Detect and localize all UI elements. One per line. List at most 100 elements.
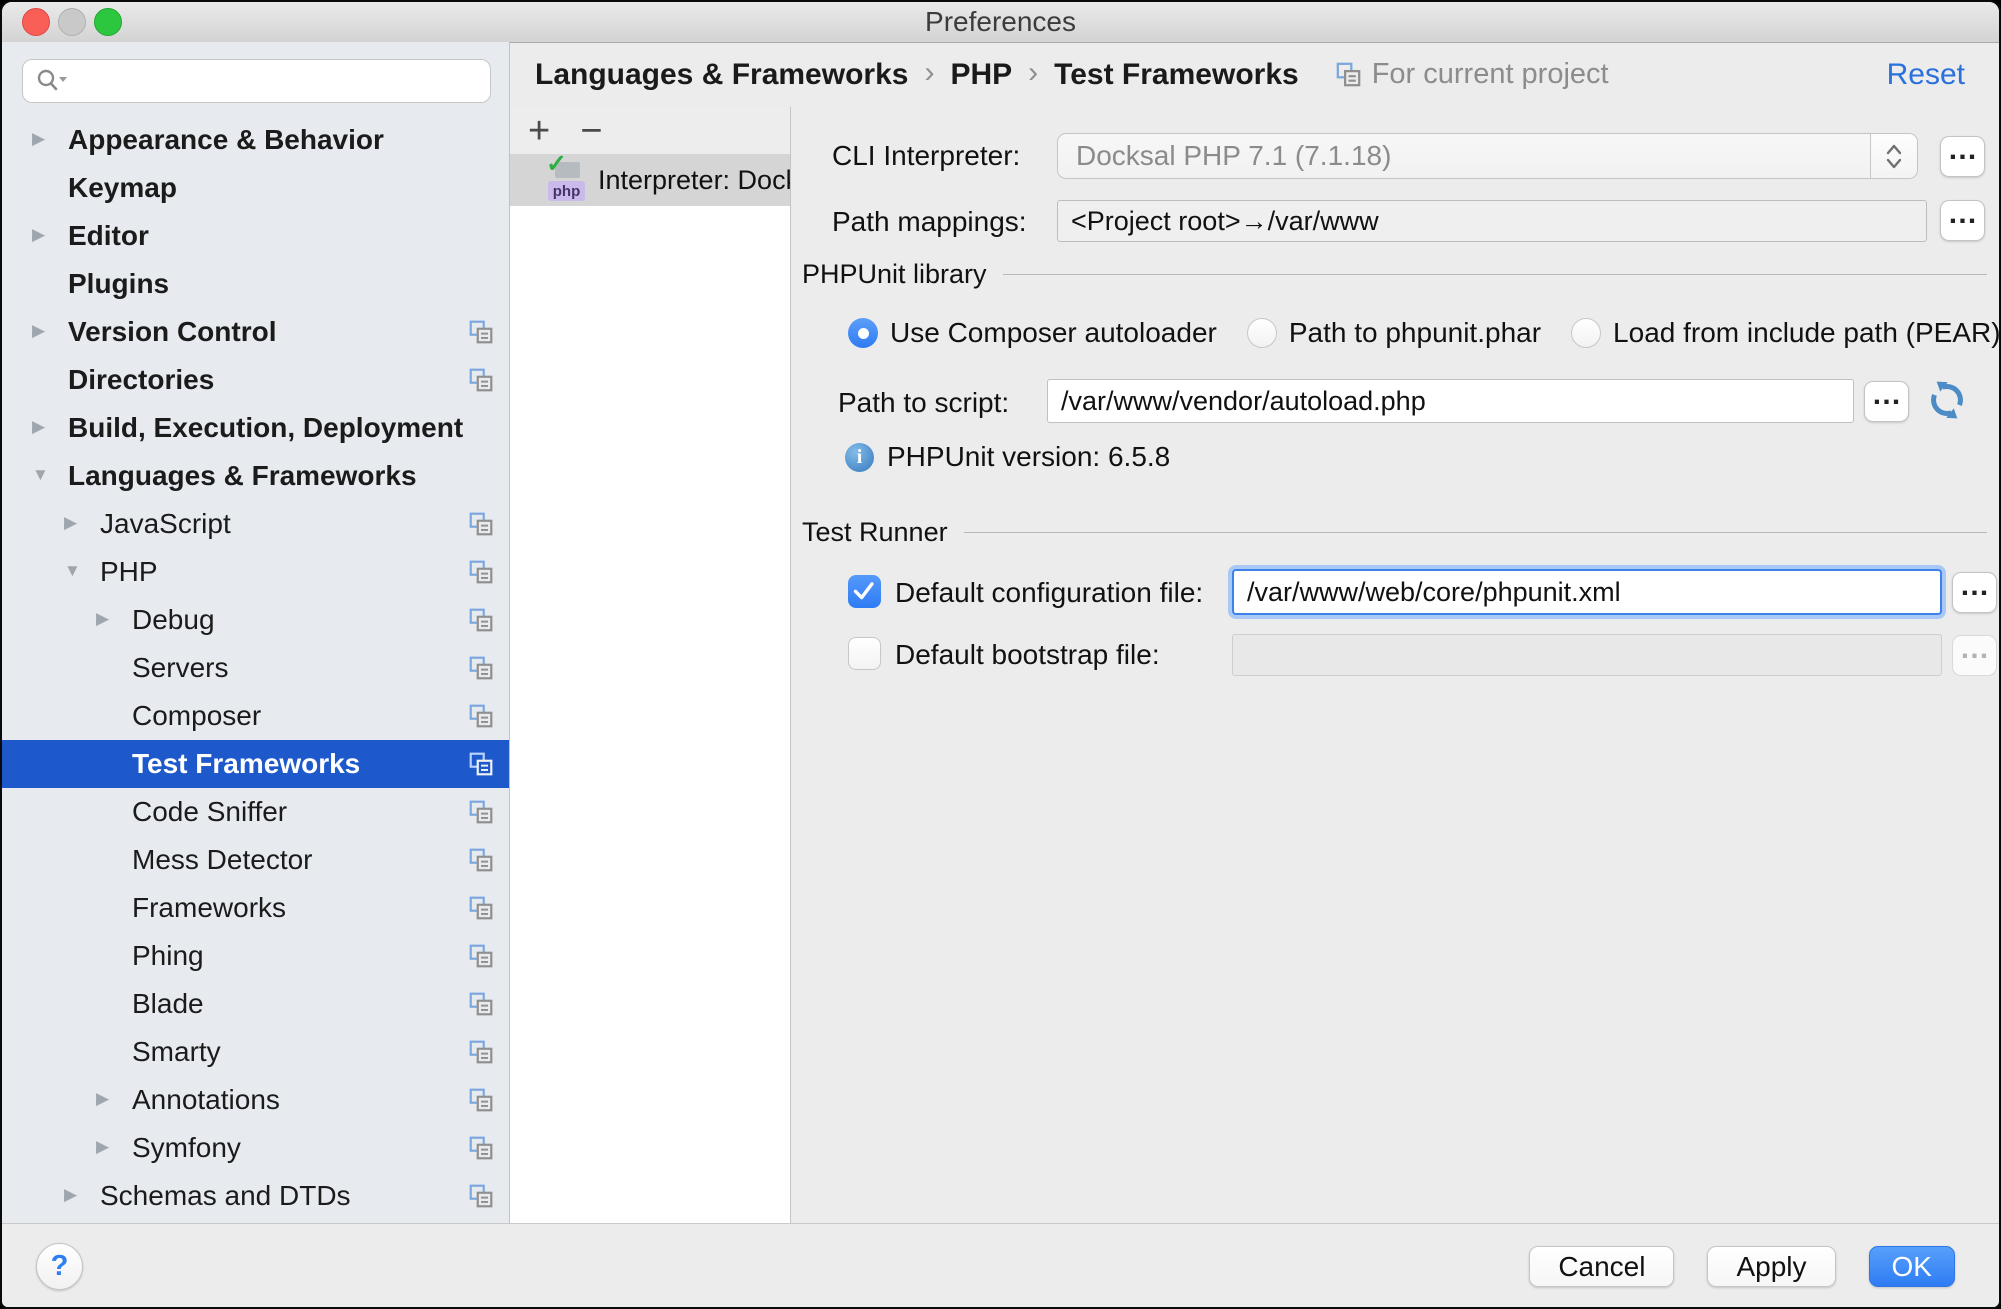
sidebar-item-keymap[interactable]: Keymap	[2, 164, 509, 212]
sidebar-item-frameworks[interactable]: Frameworks	[2, 884, 509, 932]
path-to-script-field[interactable]: /var/www/vendor/autoload.php	[1047, 379, 1854, 423]
sidebar-item-label: Frameworks	[132, 892, 286, 924]
interpreter-list-item[interactable]: ✓phpInterpreter: Docksal PHP 7.1	[510, 154, 790, 206]
sidebar-item-version-control[interactable]: ▶Version Control	[2, 308, 509, 356]
chevron-down-icon[interactable]: ▼	[64, 561, 100, 581]
add-interpreter-button[interactable]: +	[528, 111, 550, 151]
chevron-right-icon[interactable]: ▶	[32, 417, 68, 437]
sidebar-item-javascript[interactable]: ▶JavaScript	[2, 500, 509, 548]
reload-phpunit-version-icon[interactable]	[1924, 377, 1970, 423]
project-scope-icon	[468, 943, 494, 969]
cli-interpreter-select[interactable]: Docksal PHP 7.1 (7.1.18)	[1057, 133, 1918, 179]
radio-icon[interactable]	[1571, 318, 1601, 348]
radio-path-to-phpunit-phar[interactable]: Path to phpunit.phar	[1247, 317, 1541, 349]
search-filter-dropdown-icon	[59, 77, 67, 82]
section-divider	[964, 532, 1987, 533]
project-scope-icon	[468, 655, 494, 681]
radio-icon[interactable]	[848, 318, 878, 348]
default-bootstrap-file-label: Default bootstrap file:	[895, 639, 1160, 671]
path-to-script-browse-button[interactable]: …	[1864, 381, 1909, 422]
sidebar-item-label: Directories	[68, 364, 214, 396]
path-mappings-value: <Project root>→/var/www	[1071, 206, 1379, 237]
sidebar-item-languages-frameworks[interactable]: ▼Languages & Frameworks	[2, 452, 509, 500]
sidebar-item-schemas-and-dtds[interactable]: ▶Schemas and DTDs	[2, 1172, 509, 1220]
chevron-right-icon[interactable]: ▶	[64, 513, 100, 533]
default-configuration-file-browse-button[interactable]: …	[1952, 572, 1997, 613]
zoom-button[interactable]	[94, 8, 122, 36]
project-scope-icon	[468, 607, 494, 633]
stepper-icon[interactable]	[1870, 134, 1917, 178]
sidebar-item-editor[interactable]: ▶Editor	[2, 212, 509, 260]
sidebar-item-label: Languages & Frameworks	[68, 460, 417, 492]
sidebar-item-composer[interactable]: Composer	[2, 692, 509, 740]
sidebar-item-label: PHP	[100, 556, 158, 588]
path-mappings-browse-button[interactable]: …	[1940, 200, 1985, 241]
sidebar-item-code-sniffer[interactable]: Code Sniffer	[2, 788, 509, 836]
sidebar-item-annotations[interactable]: ▶Annotations	[2, 1076, 509, 1124]
project-scope-icon	[468, 1135, 494, 1161]
sidebar-item-directories[interactable]: Directories	[2, 356, 509, 404]
project-scope-icon	[468, 1039, 494, 1065]
info-icon: i	[845, 443, 874, 472]
sidebar-item-debug[interactable]: ▶Debug	[2, 596, 509, 644]
ok-button[interactable]: OK	[1869, 1246, 1955, 1287]
sidebar-item-build-execution-deployment[interactable]: ▶Build, Execution, Deployment	[2, 404, 509, 452]
chevron-down-icon[interactable]: ▼	[32, 465, 68, 485]
sidebar-item-symfony[interactable]: ▶Symfony	[2, 1124, 509, 1172]
sidebar-item-label: Schemas and DTDs	[100, 1180, 351, 1212]
chevron-right-icon[interactable]: ▶	[32, 225, 68, 245]
reset-link[interactable]: Reset	[1887, 58, 1965, 92]
project-scope-icon	[468, 511, 494, 537]
minimize-button[interactable]	[58, 8, 86, 36]
breadcrumb-item[interactable]: PHP	[950, 58, 1012, 92]
cancel-button[interactable]: Cancel	[1529, 1246, 1674, 1287]
sidebar-item-label: Composer	[132, 700, 261, 732]
radio-icon[interactable]	[1247, 318, 1277, 348]
settings-search-box[interactable]	[22, 59, 491, 103]
breadcrumb-item[interactable]: Languages & Frameworks	[535, 58, 908, 92]
chevron-right-icon[interactable]: ▶	[96, 1089, 132, 1109]
default-configuration-file-field[interactable]: /var/www/web/core/phpunit.xml	[1232, 569, 1942, 615]
chevron-right-icon[interactable]: ▶	[32, 321, 68, 341]
phpunit-version-text: PHPUnit version: 6.5.8	[887, 441, 1170, 473]
sidebar-item-label: Version Control	[68, 316, 276, 348]
radio-use-composer-autoloader[interactable]: Use Composer autoloader	[848, 317, 1217, 349]
cli-interpreter-browse-button[interactable]: …	[1940, 136, 1985, 177]
default-bootstrap-file-browse-button: …	[1952, 635, 1997, 676]
sidebar-item-smarty[interactable]: Smarty	[2, 1028, 509, 1076]
path-mappings-field[interactable]: <Project root>→/var/www	[1057, 200, 1927, 242]
window-title: Preferences	[925, 6, 1076, 38]
sidebar-item-php[interactable]: ▼PHP	[2, 548, 509, 596]
chevron-right-icon[interactable]: ▶	[64, 1185, 100, 1205]
sidebar-item-plugins[interactable]: Plugins	[2, 260, 509, 308]
sidebar-item-blade[interactable]: Blade	[2, 980, 509, 1028]
default-bootstrap-file-checkbox[interactable]	[848, 637, 881, 670]
sidebar-item-phing[interactable]: Phing	[2, 932, 509, 980]
help-button[interactable]: ?	[36, 1243, 83, 1290]
chevron-right-icon[interactable]: ▶	[96, 1137, 132, 1157]
phpunit-version-row: i PHPUnit version: 6.5.8	[845, 441, 1170, 473]
search-input[interactable]	[77, 65, 490, 98]
sidebar-item-test-frameworks[interactable]: Test Frameworks	[2, 740, 509, 788]
sidebar-item-servers[interactable]: Servers	[2, 644, 509, 692]
sidebar-item-appearance-behavior[interactable]: ▶Appearance & Behavior	[2, 116, 509, 164]
close-button[interactable]	[22, 8, 50, 36]
interpreter-list-panel: + − ✓phpInterpreter: Docksal PHP 7.1	[510, 107, 791, 1223]
project-scope-icon	[1335, 61, 1362, 88]
path-to-script-value: /var/www/vendor/autoload.php	[1061, 386, 1426, 417]
apply-button[interactable]: Apply	[1707, 1246, 1835, 1287]
search-icon	[35, 68, 69, 94]
default-bootstrap-file-field	[1232, 634, 1942, 676]
radio-load-from-include-path[interactable]: Load from include path (PEAR)	[1571, 317, 2001, 349]
radio-label: Load from include path (PEAR)	[1613, 317, 2001, 349]
project-scope-icon	[468, 895, 494, 921]
chevron-right-icon[interactable]: ▶	[96, 609, 132, 629]
remove-interpreter-button[interactable]: −	[580, 111, 602, 151]
php-interpreter-icon: ✓php	[546, 157, 586, 203]
sidebar-item-label: Keymap	[68, 172, 177, 204]
section-divider	[1003, 274, 1987, 275]
chevron-right-icon[interactable]: ▶	[32, 129, 68, 149]
default-configuration-file-checkbox[interactable]	[848, 575, 881, 608]
sidebar-item-label: Test Frameworks	[132, 748, 360, 780]
sidebar-item-mess-detector[interactable]: Mess Detector	[2, 836, 509, 884]
